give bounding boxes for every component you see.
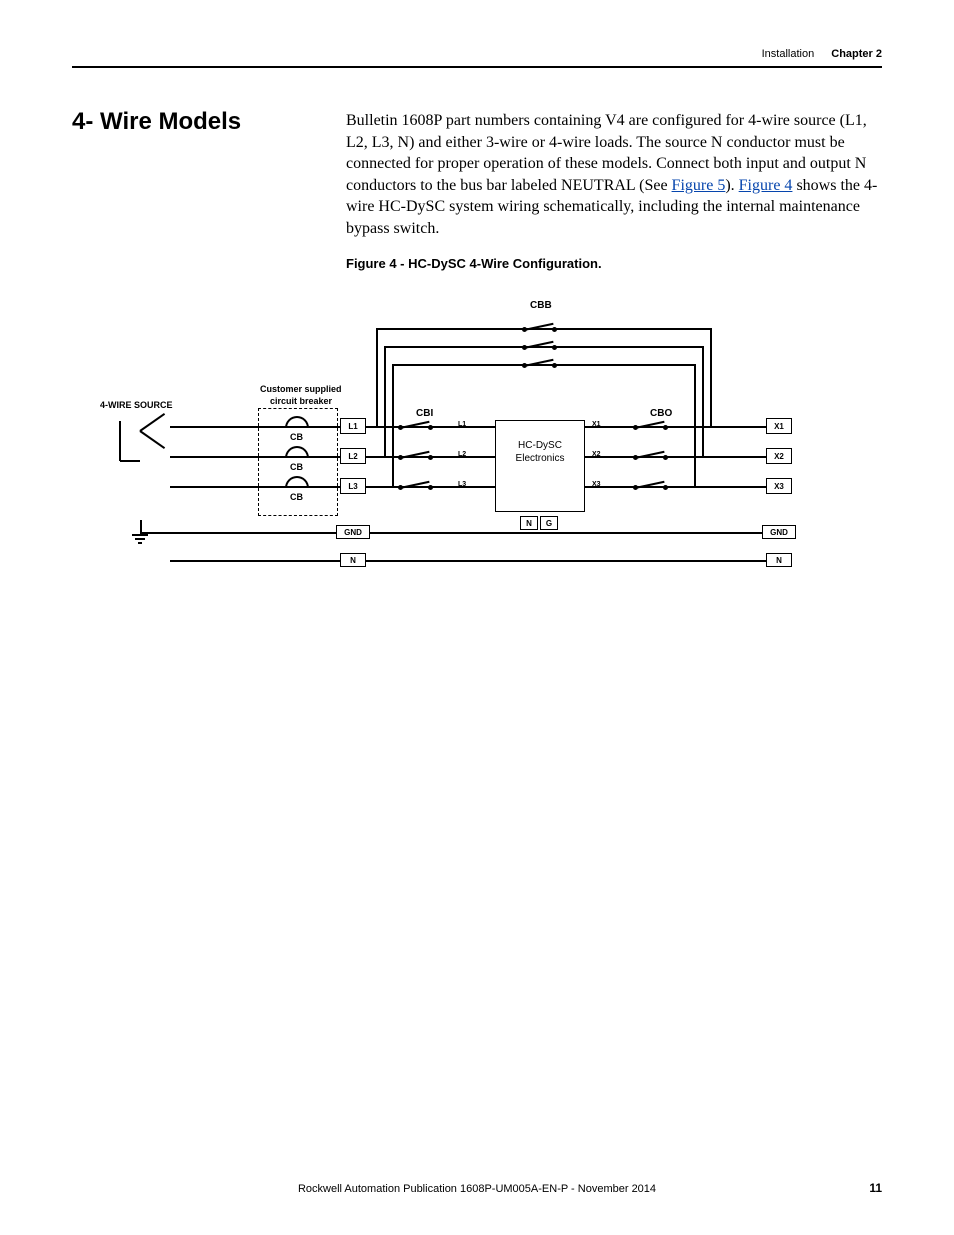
box-x2: X2: [766, 448, 792, 464]
section-title: 4- Wire Models: [72, 108, 241, 136]
cbo-dot-2b: [663, 455, 668, 460]
cbo-dot-1b: [663, 425, 668, 430]
box-l2: L2: [340, 448, 366, 464]
label-cbb: CBB: [530, 300, 552, 311]
cbb-dn-1: [710, 328, 712, 426]
cbb-top-2: [384, 346, 702, 348]
cbo-dot-3b: [663, 485, 668, 490]
gnd-bar-1: [132, 534, 148, 536]
label-cbo: CBO: [650, 408, 672, 419]
gnd-bar-2: [135, 538, 145, 540]
page-header: Installation Chapter 2: [762, 48, 882, 60]
cbb-up-3: [392, 364, 394, 486]
cbi-dot-3b: [428, 485, 433, 490]
box-ng-g: G: [540, 516, 558, 530]
label-cust-breaker-1: Customer supplied: [260, 384, 342, 394]
cbb-sw-d2b: [552, 345, 557, 350]
page-footer: Rockwell Automation Publication 1608P-UM…: [0, 1183, 954, 1195]
cbb-sw-d3b: [552, 363, 557, 368]
label-cbi: CBI: [416, 408, 433, 419]
link-figure-5[interactable]: Figure 5: [672, 177, 726, 194]
page-number: 11: [869, 1181, 882, 1195]
line-gnd: [140, 532, 790, 534]
wye-stem: [119, 421, 121, 461]
wye-arm-3: [120, 460, 140, 462]
box-x1: X1: [766, 418, 792, 434]
box-n-r: N: [766, 553, 792, 567]
label-4wire-source: 4-WIRE SOURCE: [100, 400, 173, 410]
cb-label-2: CB: [290, 462, 303, 472]
cbi-dot-1b: [428, 425, 433, 430]
gnd-bar-3: [138, 542, 142, 544]
cbb-up-1: [376, 328, 378, 426]
cbb-dn-3: [694, 364, 696, 486]
header-rule: [72, 66, 882, 68]
cbb-sw-d1b: [552, 327, 557, 332]
body-mid: ).: [725, 177, 738, 194]
cbb-up-2: [384, 346, 386, 456]
box-x3: X3: [766, 478, 792, 494]
electronics-l2: Electronics: [496, 452, 584, 465]
line-n: [170, 560, 790, 562]
cbb-top-3: [392, 364, 694, 366]
xx1: X1: [592, 421, 601, 428]
electronics-box: HC-DySC Electronics: [495, 420, 585, 512]
line-l2: [170, 456, 790, 458]
box-ng-n: N: [520, 516, 538, 530]
header-chapter: Chapter 2: [831, 48, 882, 60]
ll3: L3: [458, 481, 466, 488]
figure-4-diagram: 4-WIRE SOURCE Customer supplied circuit …: [140, 300, 820, 600]
box-n-l: N: [340, 553, 366, 567]
page: Installation Chapter 2 4- Wire Models Bu…: [0, 0, 954, 1235]
cbb-top-1: [376, 328, 710, 330]
gnd-stem: [140, 520, 142, 534]
cbi-dot-2b: [428, 455, 433, 460]
box-l3: L3: [340, 478, 366, 494]
header-section: Installation: [762, 48, 815, 60]
ll1: L1: [458, 421, 466, 428]
cb-label-1: CB: [290, 432, 303, 442]
line-l3: [170, 486, 790, 488]
wye-arm-2: [139, 430, 165, 449]
xx2: X2: [592, 451, 601, 458]
electronics-l1: HC-DySC: [496, 439, 584, 452]
ll2: L2: [458, 451, 466, 458]
body-paragraph: Bulletin 1608P part numbers containing V…: [346, 110, 882, 240]
cbb-dn-2: [702, 346, 704, 456]
cb-label-3: CB: [290, 492, 303, 502]
figure-caption: Figure 4 - HC-DySC 4-Wire Configuration.: [346, 256, 602, 271]
label-cust-breaker-2: circuit breaker: [270, 396, 332, 406]
box-gnd-l: GND: [336, 525, 370, 539]
box-gnd-r: GND: [762, 525, 796, 539]
link-figure-4[interactable]: Figure 4: [739, 177, 793, 194]
box-l1: L1: [340, 418, 366, 434]
xx3: X3: [592, 481, 601, 488]
line-l1: [170, 426, 790, 428]
wye-arm-1: [139, 413, 165, 432]
